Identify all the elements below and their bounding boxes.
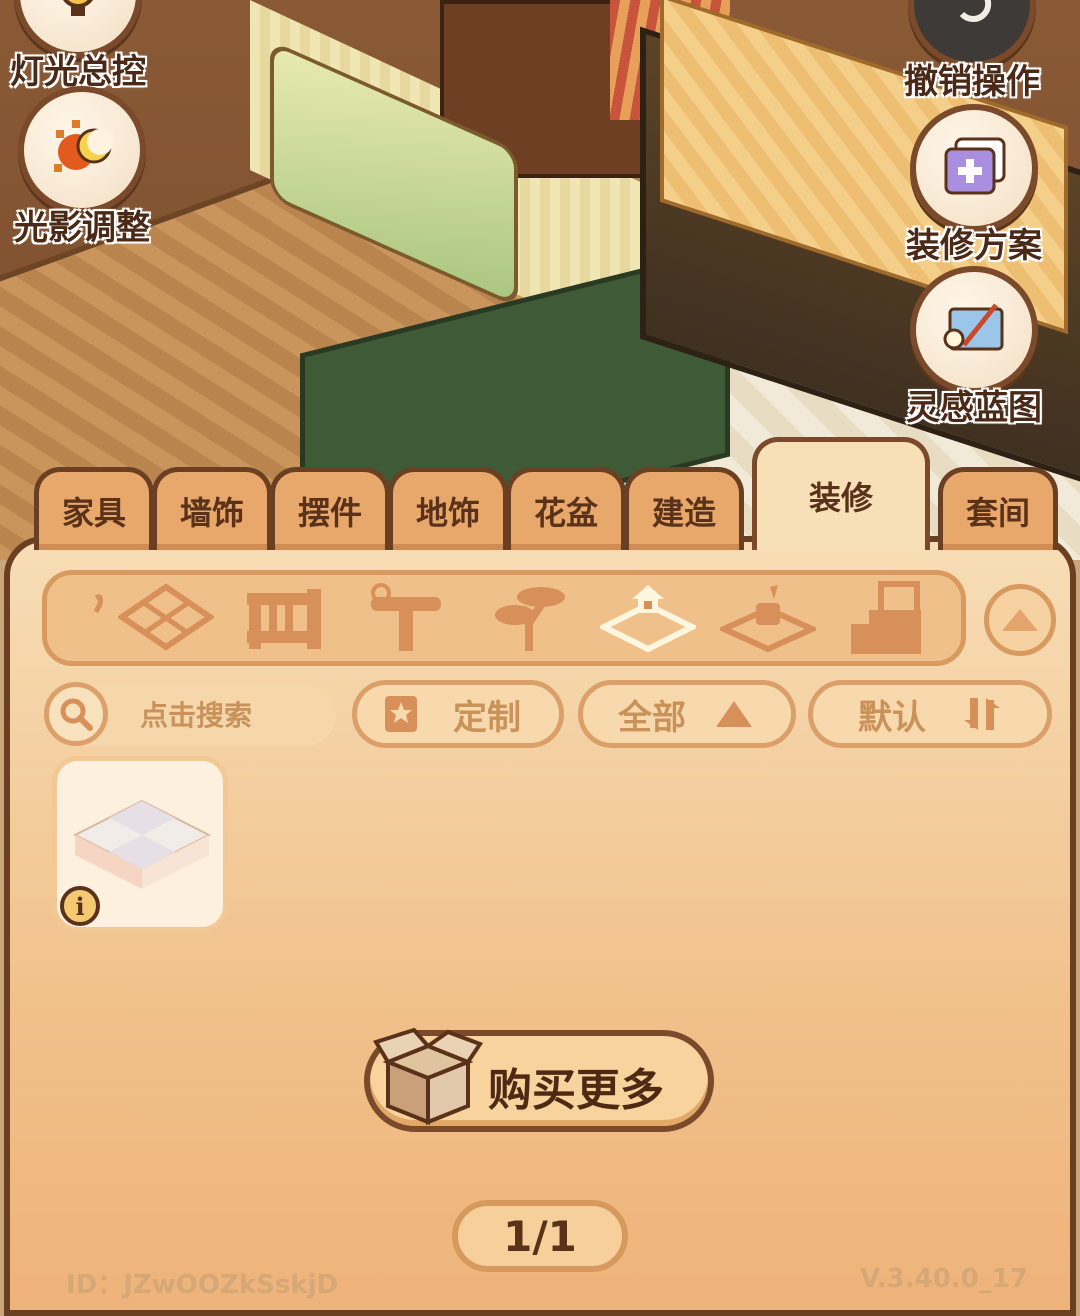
bonsai-icon[interactable] bbox=[480, 580, 576, 656]
tab-build[interactable]: 建造 bbox=[624, 467, 744, 550]
search-button[interactable] bbox=[44, 682, 108, 746]
tile-icon[interactable] bbox=[118, 580, 214, 656]
filter-all-label: 全部 bbox=[618, 697, 686, 738]
page-indicator: 1/1 bbox=[452, 1200, 628, 1272]
shadow-adjust-button[interactable]: 光影调整 bbox=[14, 86, 150, 249]
plant-mat-icon[interactable] bbox=[720, 580, 816, 656]
star-tag-icon bbox=[385, 696, 417, 732]
lamp-post-icon[interactable] bbox=[358, 580, 454, 656]
tab-renovation[interactable]: 装修 bbox=[752, 437, 930, 550]
sort-arrows-icon bbox=[964, 698, 1000, 730]
stairs-door-icon[interactable] bbox=[838, 580, 934, 656]
search-placeholder: 点击搜索 bbox=[140, 699, 253, 732]
decor-plan-label: 装修方案 bbox=[906, 226, 1042, 266]
tab-floor-decor[interactable]: 地饰 bbox=[388, 467, 508, 550]
sort-default-label: 默认 bbox=[858, 697, 926, 738]
item-info-icon[interactable]: i bbox=[60, 886, 100, 926]
floor-tile-icon[interactable] bbox=[600, 580, 696, 656]
triangle-up-icon bbox=[716, 701, 752, 727]
inspiration-blueprint-label: 灵感蓝图 bbox=[906, 388, 1042, 428]
lighting-control-button[interactable]: 灯光总控 bbox=[10, 0, 146, 93]
tab-furniture[interactable]: 家具 bbox=[34, 467, 154, 550]
category-tabs: 家具 墙饰 摆件 地饰 花盆 建造 装修 套间 bbox=[30, 437, 1080, 550]
tab-suite[interactable]: 套间 bbox=[938, 467, 1058, 550]
undo-label: 撤销操作 bbox=[904, 62, 1040, 102]
plan-cards-icon bbox=[910, 104, 1038, 232]
cardboard-box-icon bbox=[372, 1027, 484, 1125]
tab-wall-decor[interactable]: 墙饰 bbox=[152, 467, 272, 550]
inspiration-blueprint-button[interactable]: 灵感蓝图 bbox=[906, 266, 1042, 429]
blueprint-icon bbox=[910, 266, 1038, 394]
custom-button[interactable]: 定制 bbox=[352, 680, 564, 748]
player-id: ID：JZwOOZkSskjD bbox=[66, 1270, 339, 1300]
filter-all-dropdown[interactable]: 全部 bbox=[578, 680, 796, 748]
tab-flowerpots[interactable]: 花盆 bbox=[506, 467, 626, 550]
sort-default-button[interactable]: 默认 bbox=[808, 680, 1052, 748]
sun-moon-icon bbox=[18, 86, 146, 214]
buy-more-label: 购买更多 bbox=[488, 1065, 664, 1116]
version-label: V.3.40.0_17 bbox=[860, 1264, 1028, 1294]
decor-plan-button[interactable]: 装修方案 bbox=[906, 104, 1042, 267]
undo-button[interactable]: 撤销操作 bbox=[904, 0, 1040, 103]
search-icon bbox=[60, 698, 93, 731]
shadow-adjust-label: 光影调整 bbox=[14, 208, 150, 248]
collapse-button[interactable] bbox=[984, 584, 1056, 656]
tab-ornaments[interactable]: 摆件 bbox=[270, 467, 390, 550]
triangle-up-icon bbox=[1002, 609, 1038, 631]
fence-icon[interactable] bbox=[236, 580, 332, 656]
custom-label: 定制 bbox=[453, 697, 521, 738]
